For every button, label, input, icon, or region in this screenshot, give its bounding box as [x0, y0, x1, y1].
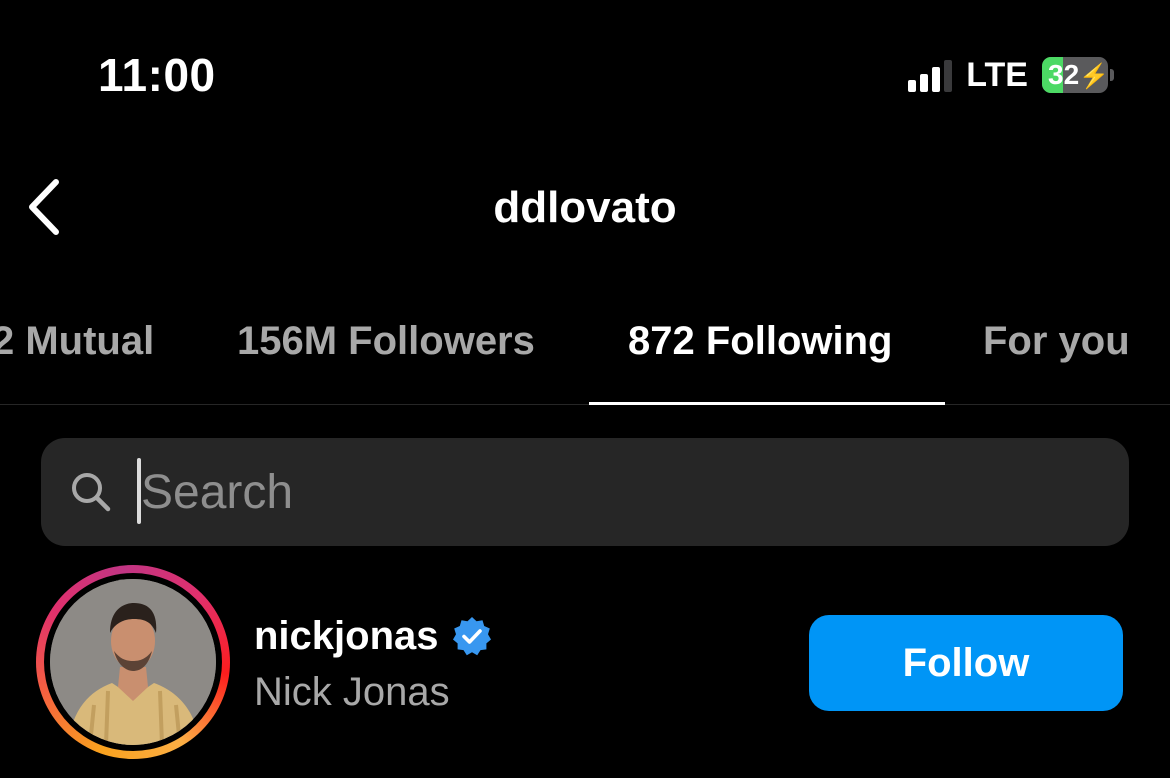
tab-mutual[interactable]: 2 Mutual — [0, 316, 154, 366]
verified-badge-icon — [452, 617, 491, 656]
avatar-photo — [50, 579, 216, 745]
tab-for-you[interactable]: For you — [983, 316, 1130, 366]
battery-level: 32 — [1048, 59, 1080, 90]
status-indicators: LTE 32⚡ — [904, 54, 1114, 96]
search-input[interactable] — [141, 438, 1101, 546]
cellular-signal-icon — [904, 58, 953, 92]
user-full-name: Nick Jonas — [254, 670, 450, 714]
battery-cap — [1110, 69, 1114, 81]
active-tab-indicator — [589, 402, 945, 405]
avatar[interactable] — [50, 579, 216, 745]
story-ring[interactable] — [36, 565, 230, 759]
username[interactable]: nickjonas — [254, 610, 439, 662]
battery-icon: 32⚡ — [1042, 57, 1108, 93]
user-row-username[interactable]: nickjonas — [254, 610, 493, 662]
follow-button[interactable]: Follow — [809, 615, 1123, 711]
search-icon — [72, 473, 111, 512]
status-time: 11:00 — [98, 49, 216, 101]
battery-level-text: 32⚡ — [1042, 57, 1108, 93]
search-bar[interactable] — [41, 438, 1129, 546]
tab-following[interactable]: 872 Following — [628, 316, 892, 366]
network-type: LTE — [966, 56, 1028, 94]
charging-icon: ⚡ — [1079, 63, 1108, 90]
tab-followers[interactable]: 156M Followers — [237, 316, 535, 366]
tabs-divider — [0, 404, 1170, 405]
page-title: ddlovato — [493, 183, 677, 232]
